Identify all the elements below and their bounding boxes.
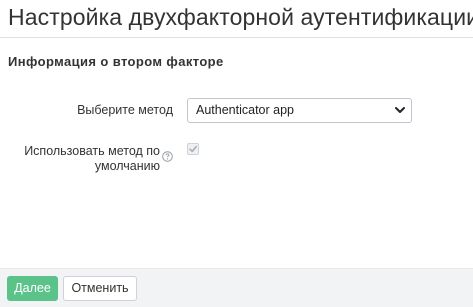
method-select-value: Authenticator app bbox=[196, 103, 294, 117]
two-factor-setup-page: Настройка двухфакторной аутентификации И… bbox=[0, 0, 473, 307]
page-title: Настройка двухфакторной аутентификации bbox=[8, 4, 473, 30]
method-label: Выберите метод bbox=[77, 103, 173, 117]
checkmark-icon bbox=[189, 145, 197, 153]
question-circle-icon[interactable] bbox=[162, 151, 173, 162]
section-title: Информация о втором факторе bbox=[8, 54, 224, 69]
chevron-down-icon bbox=[395, 107, 405, 113]
next-button[interactable]: Далее bbox=[7, 276, 58, 301]
cancel-button[interactable]: Отменить bbox=[63, 276, 137, 301]
method-select[interactable]: Authenticator app bbox=[187, 98, 412, 123]
header-divider bbox=[0, 37, 473, 38]
default-method-checkbox[interactable] bbox=[187, 143, 199, 155]
default-method-label: Использовать метод по умолчанию bbox=[24, 144, 160, 173]
